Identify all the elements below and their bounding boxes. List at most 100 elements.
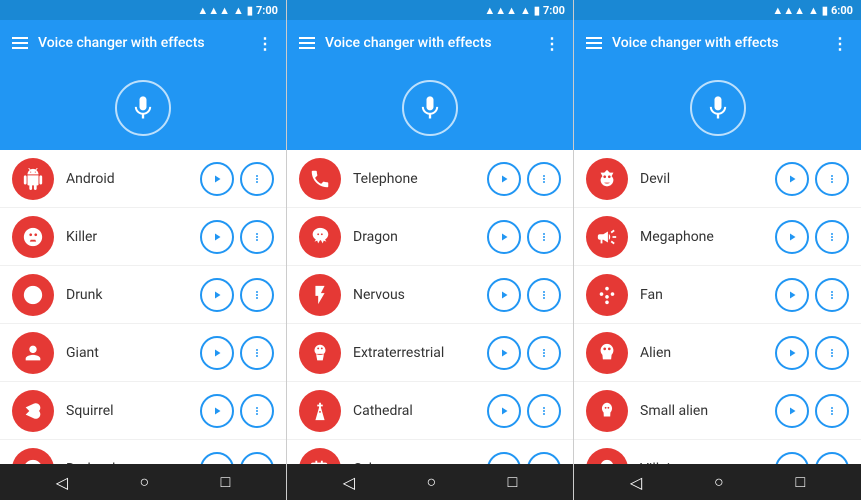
wifi-icon: ▲ [520, 4, 531, 17]
effect-item-telephone: Telephone [287, 150, 573, 208]
play-button-dark-cyborg[interactable] [200, 452, 234, 465]
overflow-menu-icon[interactable]: ⋮ [257, 34, 274, 53]
effect-icon-telephone [299, 158, 341, 200]
battery-icon: ▮ [822, 4, 828, 17]
more-button-drunk[interactable] [240, 278, 274, 312]
more-button-small-alien[interactable] [815, 394, 849, 428]
play-button-cyborg[interactable] [487, 452, 521, 465]
more-button-alien[interactable] [815, 336, 849, 370]
play-button-devil[interactable] [775, 162, 809, 196]
phone-panel-2: ▲▲▲ ▲ ▮ 7:00 Voice changer with effects … [287, 0, 574, 500]
nav-bar-1: ◁ ○ □ [0, 464, 286, 500]
effect-icon-megaphone [586, 216, 628, 258]
effect-name-alien: Alien [640, 345, 775, 361]
effect-item-fan: Fan [574, 266, 861, 324]
nav-back-button[interactable]: ◁ [343, 473, 355, 492]
app-bar-2: Voice changer with effects ⋮ [287, 20, 573, 66]
more-button-extraterrestrial[interactable] [527, 336, 561, 370]
effect-item-small-alien: Small alien [574, 382, 861, 440]
play-button-megaphone[interactable] [775, 220, 809, 254]
effect-name-fan: Fan [640, 287, 775, 303]
app-bar-1: Voice changer with effects ⋮ [0, 20, 286, 66]
play-button-giant[interactable] [200, 336, 234, 370]
play-button-small-alien[interactable] [775, 394, 809, 428]
play-button-extraterrestrial[interactable] [487, 336, 521, 370]
more-button-cathedral[interactable] [527, 394, 561, 428]
more-button-dark-cyborg[interactable] [240, 452, 274, 465]
wifi-icon: ▲ [233, 4, 244, 17]
play-button-fan[interactable] [775, 278, 809, 312]
play-button-villain[interactable] [775, 452, 809, 465]
effect-icon-alien [586, 332, 628, 374]
app-title: Voice changer with effects [38, 35, 247, 51]
more-button-squirrel[interactable] [240, 394, 274, 428]
app-title: Voice changer with effects [612, 35, 822, 51]
effect-icon-devil [586, 158, 628, 200]
effect-name-android: Android [66, 171, 200, 187]
battery-icon: ▮ [534, 4, 540, 17]
overflow-menu-icon[interactable]: ⋮ [832, 34, 849, 53]
signal-icon: ▲▲▲ [772, 4, 805, 17]
effects-list-1: Android Killer [0, 150, 286, 464]
play-button-alien[interactable] [775, 336, 809, 370]
overflow-menu-icon[interactable]: ⋮ [544, 34, 561, 53]
play-button-android[interactable] [200, 162, 234, 196]
mic-button[interactable] [115, 80, 171, 136]
mic-button[interactable] [690, 80, 746, 136]
effect-name-killer: Killer [66, 229, 200, 245]
play-button-dragon[interactable] [487, 220, 521, 254]
effect-item-villain: Villain [574, 440, 861, 464]
effects-list-3: Devil Megaphone [574, 150, 861, 464]
play-button-killer[interactable] [200, 220, 234, 254]
effect-item-squirrel: Squirrel [0, 382, 286, 440]
effect-item-devil: Devil [574, 150, 861, 208]
more-button-killer[interactable] [240, 220, 274, 254]
more-button-megaphone[interactable] [815, 220, 849, 254]
effect-icon-small-alien [586, 390, 628, 432]
play-button-telephone[interactable] [487, 162, 521, 196]
more-button-villain[interactable] [815, 452, 849, 465]
effect-item-android: Android [0, 150, 286, 208]
effect-item-giant: Giant [0, 324, 286, 382]
nav-recent-button[interactable]: □ [795, 472, 805, 492]
effect-icon-drunk [12, 274, 54, 316]
play-button-nervous[interactable] [487, 278, 521, 312]
more-button-devil[interactable] [815, 162, 849, 196]
hamburger-menu-icon[interactable] [586, 37, 602, 49]
nav-back-button[interactable]: ◁ [630, 473, 642, 492]
more-button-telephone[interactable] [527, 162, 561, 196]
nav-recent-button[interactable]: □ [508, 472, 518, 492]
more-button-cyborg[interactable] [527, 452, 561, 465]
play-button-cathedral[interactable] [487, 394, 521, 428]
hamburger-menu-icon[interactable] [12, 37, 28, 49]
time-display: 6:00 [831, 4, 853, 17]
more-button-dragon[interactable] [527, 220, 561, 254]
time-display: 7:00 [543, 4, 565, 17]
effect-name-giant: Giant [66, 345, 200, 361]
time-display: 7:00 [256, 4, 278, 17]
nav-home-button[interactable]: ○ [714, 472, 724, 492]
mic-button[interactable] [402, 80, 458, 136]
wifi-icon: ▲ [808, 4, 819, 17]
hamburger-menu-icon[interactable] [299, 37, 315, 49]
more-button-fan[interactable] [815, 278, 849, 312]
nav-bar-2: ◁ ○ □ [287, 464, 573, 500]
effect-icon-killer [12, 216, 54, 258]
nav-home-button[interactable]: ○ [139, 472, 149, 492]
app-title: Voice changer with effects [325, 35, 534, 51]
play-button-squirrel[interactable] [200, 394, 234, 428]
effect-icon-giant [12, 332, 54, 374]
more-button-giant[interactable] [240, 336, 274, 370]
more-button-android[interactable] [240, 162, 274, 196]
nav-recent-button[interactable]: □ [221, 472, 231, 492]
play-button-drunk[interactable] [200, 278, 234, 312]
nav-home-button[interactable]: ○ [426, 472, 436, 492]
effect-icon-dragon [299, 216, 341, 258]
nav-back-button[interactable]: ◁ [56, 473, 68, 492]
more-button-nervous[interactable] [527, 278, 561, 312]
effect-item-extraterrestrial: Extraterrestrial [287, 324, 573, 382]
effect-name-telephone: Telephone [353, 171, 487, 187]
effect-item-alien: Alien [574, 324, 861, 382]
effect-item-drunk: Drunk [0, 266, 286, 324]
effect-icon-extraterrestrial [299, 332, 341, 374]
